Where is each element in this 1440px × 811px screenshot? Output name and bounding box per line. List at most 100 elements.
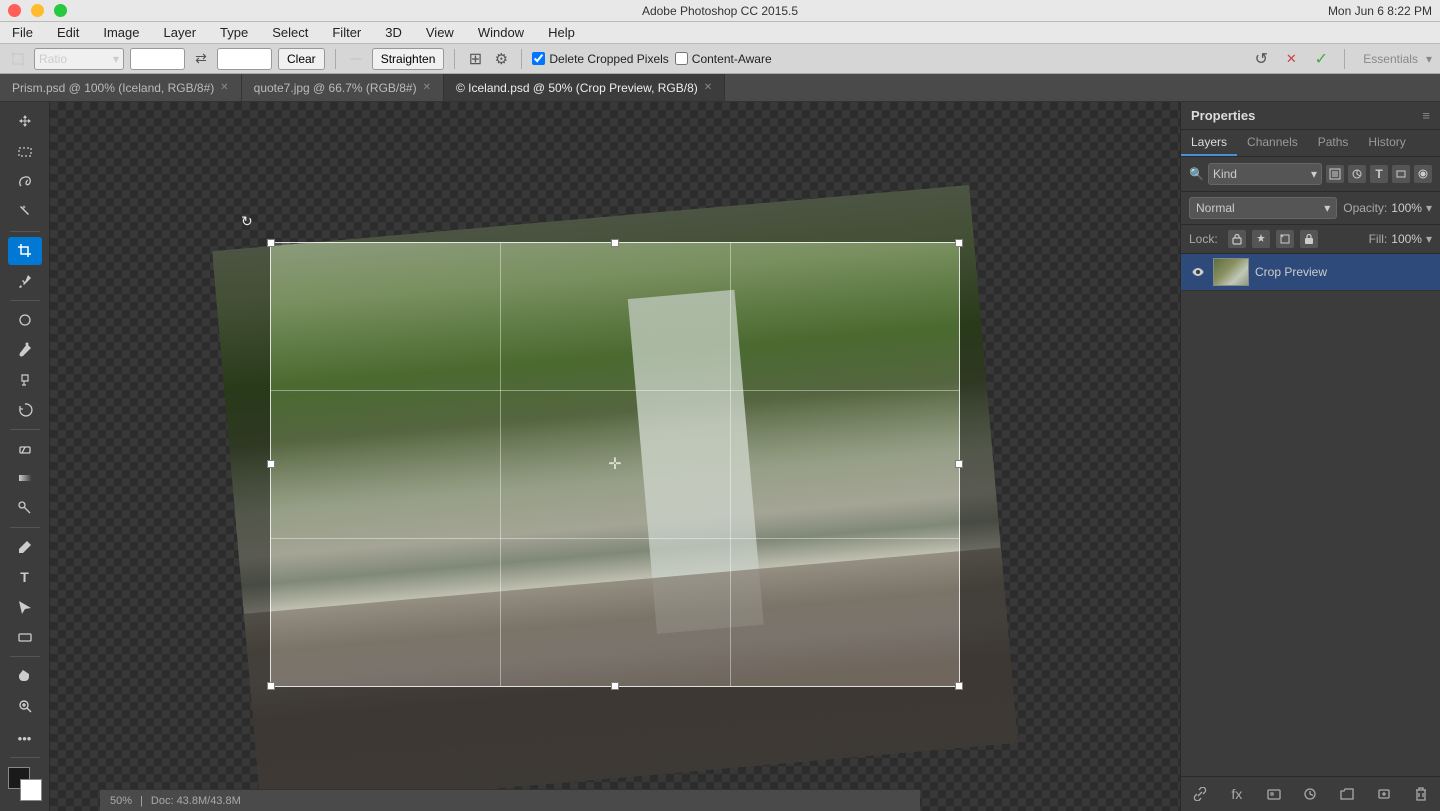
type-filter-icon[interactable]: T — [1370, 165, 1388, 183]
link-layers-icon[interactable] — [1189, 783, 1211, 805]
minimize-button[interactable] — [31, 4, 44, 17]
menu-filter[interactable]: Filter — [328, 23, 365, 42]
add-style-icon[interactable]: fx — [1226, 783, 1248, 805]
separator-3 — [521, 49, 522, 69]
lasso-tool[interactable] — [8, 168, 42, 196]
crop-handle-middle-left[interactable] — [267, 460, 275, 468]
maximize-button[interactable] — [54, 4, 67, 17]
tab-layers[interactable]: Layers — [1181, 130, 1237, 156]
lock-all-icon[interactable] — [1300, 230, 1318, 248]
brush-tool[interactable] — [8, 336, 42, 364]
gradient-tool[interactable] — [8, 464, 42, 492]
text-tool[interactable]: T — [8, 563, 42, 591]
swap-dimensions-icon[interactable]: ⇄ — [191, 49, 211, 69]
healing-tool[interactable] — [8, 306, 42, 334]
create-group-icon[interactable] — [1336, 783, 1358, 805]
create-layer-icon[interactable] — [1373, 783, 1395, 805]
rotate-cursor-indicator: ↻ — [241, 213, 253, 230]
crop-handle-bottom-left[interactable] — [267, 682, 275, 690]
tab-quote7-close[interactable]: ✕ — [423, 82, 431, 93]
path-select-tool[interactable] — [8, 593, 42, 621]
lock-pixels-icon[interactable] — [1228, 230, 1246, 248]
history-brush-tool[interactable] — [8, 396, 42, 424]
clone-tool[interactable] — [8, 366, 42, 394]
content-aware-checkbox[interactable]: Content-Aware — [675, 52, 772, 66]
ratio-select[interactable]: Ratio ▾ — [34, 48, 124, 70]
hand-tool[interactable] — [8, 662, 42, 690]
tab-history[interactable]: History — [1358, 130, 1415, 156]
tab-iceland[interactable]: © Iceland.psd @ 50% (Crop Preview, RGB/8… — [444, 74, 725, 101]
layer-item[interactable]: Crop Preview — [1181, 254, 1440, 291]
blend-mode-select[interactable]: Normal ▾ — [1189, 197, 1337, 219]
panel-menu-icon[interactable]: ≡ — [1422, 108, 1430, 123]
magic-wand-tool[interactable] — [8, 198, 42, 226]
height-input[interactable] — [217, 48, 272, 70]
lock-artboard-icon[interactable] — [1276, 230, 1294, 248]
straighten-button[interactable]: Straighten — [372, 48, 445, 70]
layer-list: Crop Preview — [1181, 254, 1440, 776]
grid-icon[interactable]: ⊞ — [465, 49, 485, 69]
eraser-tool[interactable] — [8, 435, 42, 463]
confirm-crop-icon[interactable]: ✓ — [1310, 48, 1332, 70]
tab-channels[interactable]: Channels — [1237, 130, 1308, 156]
pen-tool[interactable] — [8, 533, 42, 561]
menu-window[interactable]: Window — [474, 23, 528, 42]
dodge-tool[interactable] — [8, 494, 42, 522]
zoom-tool[interactable] — [8, 692, 42, 720]
menu-layer[interactable]: Layer — [160, 23, 201, 42]
crop-handle-top-left[interactable] — [267, 239, 275, 247]
menu-image[interactable]: Image — [99, 23, 143, 42]
tab-quote7[interactable]: quote7.jpg @ 66.7% (RGB/8#) ✕ — [242, 74, 444, 101]
delete-cropped-checkbox[interactable]: Delete Cropped Pixels — [532, 52, 668, 66]
background-color[interactable] — [20, 779, 42, 801]
menu-select[interactable]: Select — [268, 23, 312, 42]
shape-filter-icon[interactable] — [1392, 165, 1410, 183]
cancel-crop-icon[interactable]: ✕ — [1280, 48, 1302, 70]
window-controls[interactable] — [8, 4, 85, 17]
add-adjustment-icon[interactable] — [1299, 783, 1321, 805]
opacity-dropdown-icon[interactable]: ▾ — [1426, 201, 1432, 215]
tab-prism-close[interactable]: ✕ — [220, 82, 228, 93]
settings-icon[interactable]: ⚙ — [491, 49, 511, 69]
shape-tool[interactable] — [8, 623, 42, 651]
opacity-value[interactable]: 100% — [1391, 201, 1422, 215]
fill-dropdown-icon[interactable]: ▾ — [1426, 232, 1432, 246]
crop-handle-bottom-right[interactable] — [955, 682, 963, 690]
menu-view[interactable]: View — [422, 23, 458, 42]
crop-handle-top-center[interactable] — [611, 239, 619, 247]
crop-tool[interactable] — [8, 237, 42, 265]
menu-edit[interactable]: Edit — [53, 23, 83, 42]
move-tool[interactable] — [8, 108, 42, 136]
adjustment-filter-icon[interactable] — [1348, 165, 1366, 183]
crop-grid-horizontal-2 — [271, 538, 959, 539]
canvas-area[interactable]: ↻ ✛ 50% | Doc: 43.8M/43.8M — [50, 102, 1180, 811]
canvas-frame: ↻ ✛ — [215, 187, 1015, 727]
tab-prism[interactable]: Prism.psd @ 100% (Iceland, RGB/8#) ✕ — [0, 74, 242, 101]
crop-handle-bottom-center[interactable] — [611, 682, 619, 690]
crop-handle-top-right[interactable] — [955, 239, 963, 247]
kind-select[interactable]: Kind ▾ — [1208, 163, 1322, 185]
pixel-filter-icon[interactable] — [1326, 165, 1344, 183]
lock-position-icon[interactable] — [1252, 230, 1270, 248]
delete-layer-icon[interactable] — [1410, 783, 1432, 805]
eyedropper-tool[interactable] — [8, 267, 42, 295]
crop-handle-middle-right[interactable] — [955, 460, 963, 468]
clear-button[interactable]: Clear — [278, 48, 325, 70]
close-button[interactable] — [8, 4, 21, 17]
color-swatches[interactable] — [8, 767, 42, 801]
crop-box[interactable]: ↻ ✛ — [270, 242, 960, 687]
layer-visibility-icon[interactable] — [1189, 263, 1207, 281]
add-mask-icon[interactable] — [1263, 783, 1285, 805]
fill-value[interactable]: 100% — [1391, 232, 1422, 246]
tab-paths[interactable]: Paths — [1308, 130, 1359, 156]
smart-filter-icon[interactable] — [1414, 165, 1432, 183]
menu-type[interactable]: Type — [216, 23, 252, 42]
menu-help[interactable]: Help — [544, 23, 579, 42]
marquee-tool[interactable] — [8, 138, 42, 166]
width-input[interactable] — [130, 48, 185, 70]
tab-iceland-close[interactable]: ✕ — [704, 82, 712, 93]
menu-3d[interactable]: 3D — [381, 23, 406, 42]
more-tools[interactable]: ••• — [8, 724, 42, 752]
undo-icon[interactable]: ↺ — [1250, 48, 1272, 70]
menu-file[interactable]: File — [8, 23, 37, 42]
